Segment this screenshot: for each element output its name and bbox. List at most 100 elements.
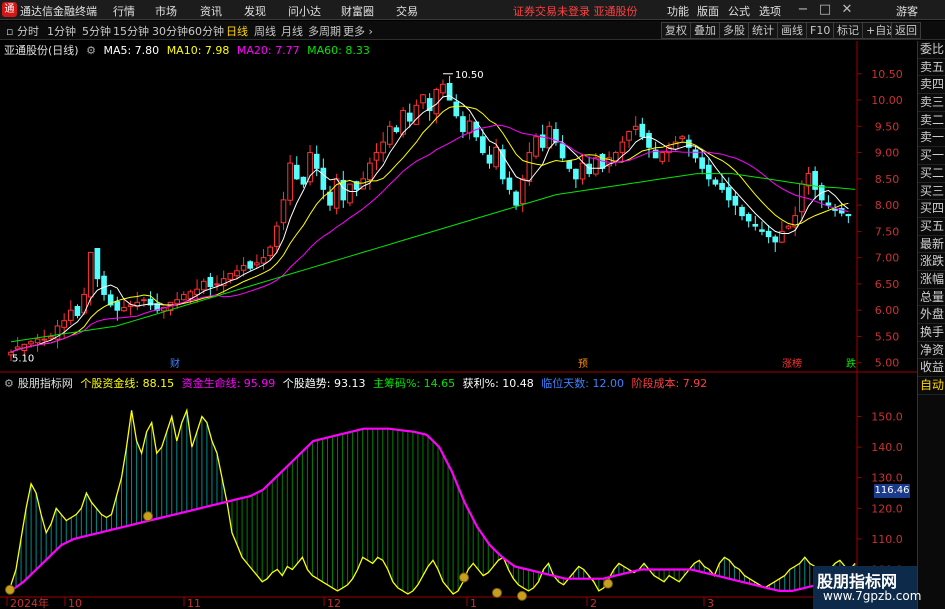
candle-body (513, 191, 519, 206)
panel-tab-4[interactable]: 卖二 (918, 112, 945, 130)
panel-tab-8[interactable]: 买三 (918, 183, 945, 201)
panel-tab-6[interactable]: 买一 (918, 147, 945, 165)
kline-chart[interactable]: 10.50 5.10 财 预 涨榜 跌 10.50 10.00 9.50 9.00 8.50 8.0… (0, 0, 945, 609)
panel-tab-18[interactable]: 收益 (918, 359, 945, 378)
candle-body (254, 262, 260, 266)
date-label: 11 (187, 597, 201, 609)
candle-body (573, 168, 579, 180)
candle-body (373, 152, 380, 161)
candle-body (194, 288, 200, 295)
candle-body (74, 305, 81, 316)
panel-tab-5[interactable]: 卖一 (918, 129, 945, 148)
candle-body (380, 141, 386, 154)
candle-body (799, 183, 805, 213)
price-tick-label: 8.50 (875, 173, 900, 186)
candle-body (114, 301, 121, 311)
candle-body (679, 136, 686, 140)
panel-tab-16[interactable]: 换手 (918, 324, 945, 342)
panel-tab-17[interactable]: 净资 (918, 342, 945, 360)
candle-body (240, 265, 247, 271)
candle-body (327, 191, 333, 206)
candle-body (340, 179, 347, 201)
main-chart-header: 亚通股份(日线) ⚙ MA5: 7.80 MA10: 7.98 MA20: 7.… (4, 42, 374, 58)
panel-tab-11[interactable]: 最新 (918, 236, 945, 254)
candle-body (526, 152, 533, 182)
indicator-header: ⚙ 股朋指标网 个股资金线: 88.15 资金生命线: 95.99 个股趋势: 9… (4, 375, 711, 391)
ma10-line (10, 105, 849, 353)
candle-body (765, 230, 772, 238)
indicator-profit: 获利%: 10.48 (462, 377, 534, 390)
indicator-trend: 个股趋势: 93.13 (282, 377, 366, 390)
candle-body (274, 225, 280, 247)
candle-body (347, 183, 353, 204)
watermark-url: www.7gpzb.com (823, 589, 922, 603)
candle-body (214, 283, 220, 286)
candle-body (180, 293, 187, 301)
candle-body (227, 272, 234, 280)
panel-tab-1[interactable]: 卖五 (918, 59, 945, 77)
candle-body (739, 206, 745, 217)
event-cai-label: 财 (170, 357, 180, 370)
indicator-tick-label: 120.0 (871, 502, 903, 515)
ma20-line (10, 124, 849, 353)
panel-tab-2[interactable]: 卖四 (918, 76, 945, 95)
indicator-gear-icon[interactable]: ⚙ (4, 377, 14, 390)
panel-tab-0[interactable]: 委比 (918, 41, 945, 59)
candle-body (433, 89, 440, 115)
panel-tab-14[interactable]: 总量 (918, 289, 945, 307)
candle-body (200, 280, 207, 291)
candle-body (725, 187, 732, 201)
coin-marker-icon (459, 572, 469, 583)
watermark: 股朋指标网 www.7gpzb.com (813, 566, 921, 609)
settings-gear-icon[interactable]: ⚙ (86, 44, 96, 57)
candle-body (845, 214, 852, 217)
candle-body (234, 270, 240, 277)
candle-body (280, 199, 287, 224)
indicator-tick-label: 150.0 (871, 410, 903, 423)
candle-body (94, 248, 101, 280)
low-label: 5.10 (12, 353, 34, 364)
candle-body (480, 136, 486, 154)
candle-body (393, 127, 400, 133)
panel-tab-19[interactable]: 自动 (918, 377, 945, 395)
candle-body (121, 307, 127, 312)
panel-tab-9[interactable]: 买四 (918, 200, 945, 218)
candle-body (41, 338, 48, 341)
candle-body (805, 173, 812, 187)
panel-tab-12[interactable]: 涨跌 (918, 253, 945, 271)
panel-tab-7[interactable]: 买二 (918, 165, 945, 183)
candle-body (247, 261, 254, 269)
date-label: 12 (327, 597, 341, 609)
ma10-label: MA10: 7.98 (166, 44, 230, 57)
indicator-name[interactable]: 股朋指标网 (18, 377, 73, 390)
panel-tab-13[interactable]: 涨幅 (918, 271, 945, 289)
candle-body (367, 162, 373, 181)
panel-tab-3[interactable]: 卖三 (918, 94, 945, 112)
stock-name[interactable]: 亚通股份 (4, 44, 48, 57)
candle-body (692, 149, 699, 159)
indicator-tick-label: 130.0 (871, 472, 903, 485)
event-yu-label: 预 (578, 358, 588, 370)
candle-body (61, 320, 67, 328)
candle-body (712, 179, 719, 185)
candle-body (586, 163, 592, 175)
candle-body (745, 214, 752, 222)
indicator-cost: 阶段成本: 7.92 (631, 377, 708, 390)
price-tick-label: 10.00 (871, 94, 903, 107)
panel-tab-10[interactable]: 买五 (918, 218, 945, 236)
candle-body (307, 152, 313, 183)
candle-body (67, 309, 74, 321)
date-label: 2 (590, 597, 597, 609)
event-die-label: 跌 (846, 357, 856, 370)
candle-body (28, 341, 34, 345)
candle-body (141, 299, 147, 302)
candle-body (506, 177, 513, 190)
coin-marker-icon (492, 587, 502, 598)
candle-body (546, 125, 553, 149)
date-label: 3 (707, 597, 714, 609)
candle-body (732, 195, 739, 206)
candle-body (825, 202, 832, 206)
panel-tab-15[interactable]: 外盘 (918, 306, 945, 324)
candle-body (772, 236, 779, 243)
candle-body (260, 257, 267, 264)
